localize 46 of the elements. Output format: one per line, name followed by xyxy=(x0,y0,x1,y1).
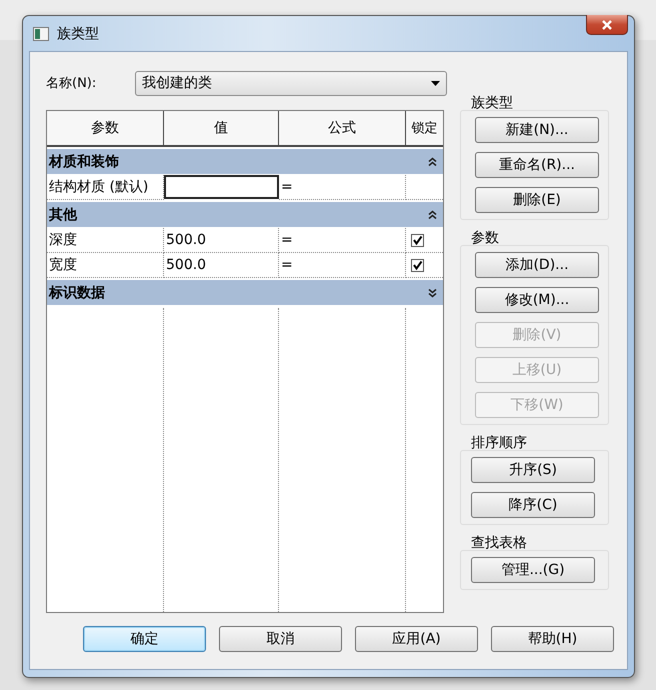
group-label: 族类型 xyxy=(470,94,514,110)
action-button[interactable]: 升序(S) xyxy=(471,457,595,483)
expand-icon[interactable] xyxy=(428,288,437,298)
caret-icon xyxy=(431,80,440,86)
group-title: 其他 xyxy=(49,206,77,224)
lock-checkbox[interactable] xyxy=(411,234,424,246)
table-cell: 宽度 xyxy=(47,253,164,278)
group-label: 查找表格 xyxy=(470,534,528,550)
action-button[interactable]: 管理...(G) xyxy=(471,557,595,583)
dialog-button[interactable]: 确定 xyxy=(83,626,206,652)
action-button[interactable]: 修改(M)... xyxy=(475,287,599,313)
column-header[interactable]: 公式 xyxy=(279,111,406,147)
column-header[interactable]: 锁定 xyxy=(406,111,443,147)
group-header[interactable]: 标识数据 xyxy=(47,280,443,306)
table-cell: = xyxy=(279,228,406,253)
collapse-icon[interactable] xyxy=(428,156,437,166)
action-button[interactable]: 删除(E) xyxy=(475,187,599,213)
group-label: 排序顺序 xyxy=(470,434,528,450)
close-button[interactable] xyxy=(586,15,628,35)
table-cell: 500.0 xyxy=(164,253,279,278)
group-title: 材质和装饰 xyxy=(49,152,119,170)
column-header[interactable]: 参数 xyxy=(47,111,164,147)
table-cell: = xyxy=(279,175,406,200)
action-button[interactable]: 降序(C) xyxy=(471,492,595,518)
lock-checkbox[interactable] xyxy=(411,258,424,272)
action-button[interactable]: 重命名(R)... xyxy=(475,152,599,178)
name-label: 名称(N): xyxy=(46,75,98,92)
table-cell: = xyxy=(279,253,406,278)
window-icon xyxy=(33,26,49,40)
name-dropdown[interactable]: 我创建的类 xyxy=(135,70,447,96)
group-header[interactable]: 其他 xyxy=(47,202,443,228)
action-button[interactable]: 新建(N)... xyxy=(475,117,599,143)
close-icon xyxy=(601,20,613,30)
group-title: 标识数据 xyxy=(49,284,105,302)
group-label: 参数 xyxy=(470,229,500,245)
dialog-button[interactable]: 取消 xyxy=(219,626,342,652)
collapse-icon[interactable] xyxy=(428,210,437,220)
table-cell: 500.0 xyxy=(164,228,279,253)
column-header[interactable]: 值 xyxy=(164,111,279,147)
window-title: 族类型 xyxy=(57,24,100,42)
table-cell: 深度 xyxy=(47,228,164,253)
dialog-button[interactable]: 应用(A) xyxy=(355,626,478,652)
action-button[interactable]: 添加(D)... xyxy=(475,252,599,278)
value-field[interactable] xyxy=(164,175,279,199)
dialog-button[interactable]: 帮助(H) xyxy=(491,626,614,652)
group-header[interactable]: 材质和装饰 xyxy=(47,149,443,175)
